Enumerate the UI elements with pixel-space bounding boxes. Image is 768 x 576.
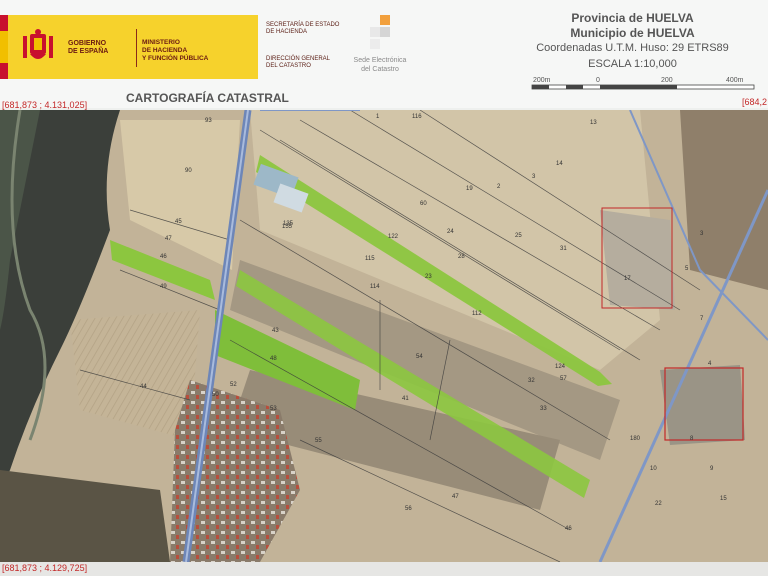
- parcel-number: 47: [452, 494, 459, 500]
- corner-coordinate-bottom-left: [681,873 ; 4.129,725]: [2, 563, 88, 573]
- parcel-number: 56: [405, 506, 412, 512]
- logo-divider: [136, 29, 137, 67]
- direccion-label: DIRECCIÓN GENERAL DEL CATASTRO: [266, 56, 331, 69]
- parcel-number: 112: [472, 311, 482, 317]
- parcel-number: 44: [140, 384, 147, 390]
- scale-tick-label: 0: [596, 77, 600, 84]
- map-canvas[interactable]: 93 90 45 46 47 48 135 115 122 114 112 54…: [0, 110, 768, 562]
- sede-label: Sede Electrónica del Catastro: [353, 57, 407, 73]
- secretaria-label: SECRETARÍA DE ESTADO DE HACIENDA: [266, 22, 340, 35]
- parcel-number: 54: [416, 354, 423, 360]
- parcel-number: 122: [388, 234, 399, 240]
- parcel-number: 180: [630, 436, 641, 442]
- parcel-number: 23: [425, 274, 432, 280]
- parcel-number: 41: [402, 396, 409, 402]
- parcel-number: 47: [165, 236, 172, 242]
- coat-of-arms-icon: [23, 29, 53, 59]
- map-title: CARTOGRAFÍA CATASTRAL: [126, 91, 289, 105]
- parcel-number: 124: [555, 364, 566, 370]
- parcel-number: 52: [230, 382, 237, 388]
- parcel-number: 114: [370, 284, 380, 290]
- location-block: Provincia de HUELVA Municipio de HUELVA …: [515, 11, 750, 72]
- parcel-number: 32: [528, 378, 535, 384]
- parcel-number: 13: [590, 120, 597, 126]
- parcel-number: 14: [556, 161, 563, 167]
- corner-coordinate-top-left: [681,873 ; 4.131,025]: [2, 100, 88, 110]
- parcel-number: 155: [282, 224, 293, 230]
- government-logo-band: GOBIERNO DE ESPAÑA MINISTERIO DE HACIEND…: [8, 15, 258, 79]
- parcel-number: 10: [650, 466, 657, 472]
- scale-bar: 200m 0 200 400m: [531, 77, 755, 90]
- parcel-number: 53: [270, 406, 277, 412]
- parcel-number: 49: [160, 284, 167, 290]
- parcel-number: 43: [272, 328, 279, 334]
- cadastral-map[interactable]: 93 90 45 46 47 48 135 115 122 114 112 54…: [0, 110, 768, 562]
- ministry-label: MINISTERIO DE HACIENDA Y FUNCIÓN PÚBLICA: [142, 39, 209, 62]
- gobierno-label: GOBIERNO DE ESPAÑA: [68, 40, 109, 55]
- spain-flag-strip: [0, 15, 8, 79]
- coordinates-label: Coordenadas U.T.M. Huso: 29 ETRS89: [536, 42, 729, 54]
- parcel-number: 19: [466, 186, 473, 192]
- parcel-number: 45: [175, 219, 182, 225]
- parcel-number: 50: [212, 392, 219, 398]
- parcel-number: 90: [185, 168, 192, 174]
- parcel-number: 15: [720, 496, 727, 502]
- parcel-number: 48: [270, 356, 277, 362]
- parcel-number: 22: [655, 501, 662, 507]
- parcel-number: 25: [515, 233, 522, 239]
- scale-tick-label: 200m: [533, 77, 551, 84]
- parcel-number: 31: [560, 246, 567, 252]
- sede-catastro-logo-icon: [370, 15, 390, 49]
- parcel-number: 93: [205, 118, 212, 124]
- parcel-number: 60: [420, 201, 427, 207]
- provincia-label: Provincia de HUELVA: [571, 11, 694, 25]
- scale-tick-label: 400m: [726, 77, 744, 84]
- parcel-number: 55: [315, 438, 322, 444]
- parcel-number: 46: [565, 526, 572, 532]
- corner-coordinate-top-right: [684,2: [742, 97, 768, 107]
- parcel-number: 33: [540, 406, 547, 412]
- parcel-number: 46: [160, 254, 167, 260]
- parcel-number: 24: [447, 229, 454, 235]
- parcel-number: 57: [560, 376, 567, 382]
- map-footer: [681,873 ; 4.129,725]: [0, 562, 768, 576]
- scale-tick-label: 200: [661, 77, 673, 84]
- municipio-label: Municipio de HUELVA: [570, 26, 695, 40]
- scale-label: ESCALA 1:10,000: [588, 58, 677, 70]
- parcel-number: 28: [458, 254, 465, 260]
- parcel-number: 115: [365, 256, 375, 262]
- cadastral-header: GOBIERNO DE ESPAÑA MINISTERIO DE HACIEND…: [0, 0, 768, 108]
- parcel-number: 116: [412, 114, 422, 120]
- parcel-number: 17: [624, 276, 631, 282]
